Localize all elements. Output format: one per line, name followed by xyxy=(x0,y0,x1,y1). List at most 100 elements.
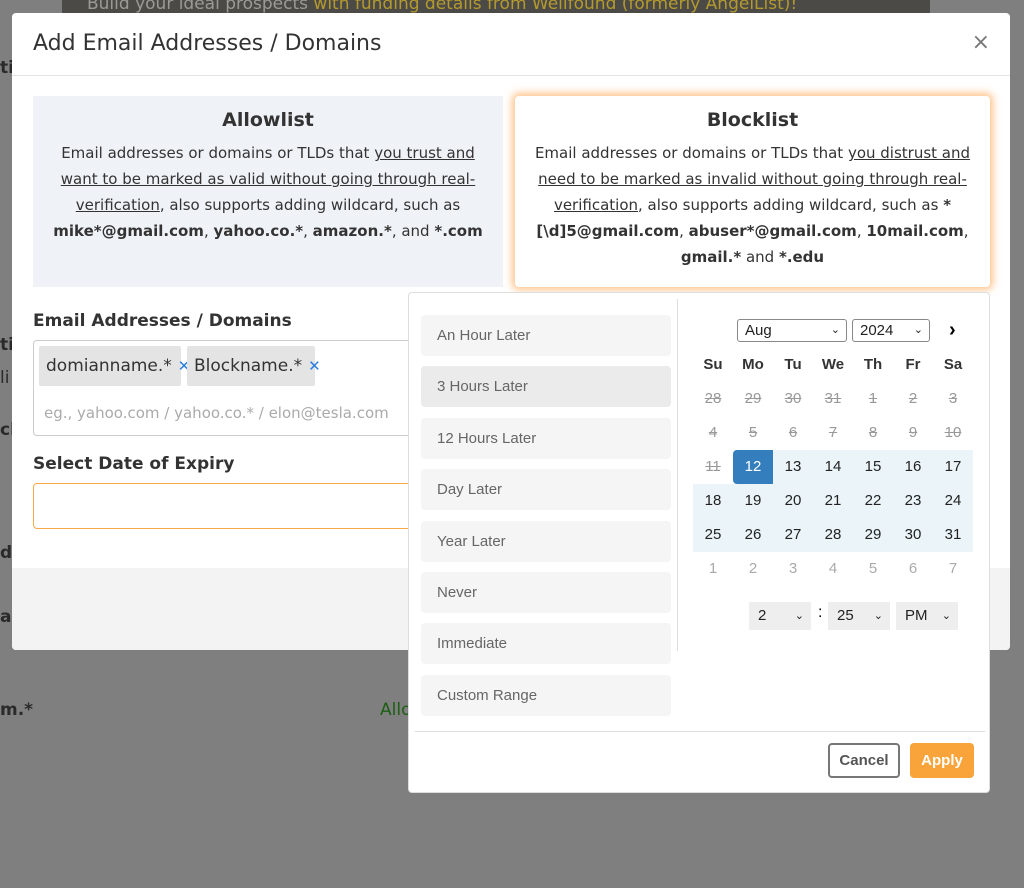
calendar-day[interactable]: 17 xyxy=(933,450,973,484)
year-value: 2024 xyxy=(860,322,894,339)
emails-input[interactable]: domianname.* ✕ Blockname.* ✕ eg., yahoo.co… xyxy=(33,340,453,436)
emails-placeholder[interactable]: eg., yahoo.com / yahoo.co.* / elon@tesla… xyxy=(44,404,389,422)
calendar-day: 1 xyxy=(868,390,878,407)
emails-label: Email Addresses / Domains xyxy=(33,311,292,331)
range-option[interactable]: Year Later xyxy=(421,520,671,562)
weekday-header: Mo xyxy=(742,356,764,373)
calendar-day[interactable]: 4 xyxy=(813,552,853,586)
calendar-day: 6 xyxy=(788,424,798,441)
calendar-day[interactable]: 3 xyxy=(773,552,813,586)
cancel-button[interactable]: Cancel xyxy=(828,743,900,778)
desc: , also supports adding wildcard, such as xyxy=(159,196,461,214)
allowlist-title: Allowlist xyxy=(222,109,314,131)
tag-label: Blockname.* xyxy=(194,356,303,376)
calendar-day[interactable]: 25 xyxy=(693,518,733,552)
next-month-icon[interactable]: › xyxy=(949,319,956,342)
banner-link[interactable]: with funding details from Wellfound (for… xyxy=(313,0,797,14)
calendar-day: 2 xyxy=(908,390,918,407)
example: yahoo.co.* xyxy=(213,222,304,240)
weekday-header: Th xyxy=(863,356,883,373)
calendar-day[interactable]: 14 xyxy=(813,450,853,484)
weekday-header: Tu xyxy=(784,356,802,373)
range-option[interactable]: Never xyxy=(421,572,671,613)
calendar-day: 30 xyxy=(784,390,802,407)
weekday-header: We xyxy=(821,356,845,373)
calendar-day: 4 xyxy=(708,424,718,441)
close-icon[interactable]: × xyxy=(972,30,990,55)
desc: , also supports adding wildcard, such as xyxy=(638,196,944,214)
banner-text: Build your ideal prospects xyxy=(87,0,314,14)
calendar-day[interactable]: 19 xyxy=(733,484,773,518)
chevron-down-icon: ⌄ xyxy=(873,610,883,622)
calendar-day: 5 xyxy=(748,424,758,441)
expiry-date-input[interactable] xyxy=(33,483,453,529)
calendar-day[interactable]: 29 xyxy=(853,518,893,552)
calendar-day[interactable]: 15 xyxy=(853,450,893,484)
calendar-day: 29 xyxy=(744,390,762,407)
calendar-day[interactable]: 31 xyxy=(933,518,973,552)
bg-fragment: li xyxy=(0,368,10,388)
chevron-down-icon: ⌄ xyxy=(794,610,804,622)
calendar-day[interactable]: 28 xyxy=(813,518,853,552)
calendar-day[interactable]: 18 xyxy=(693,484,733,518)
example: amazon.* xyxy=(312,222,392,240)
range-option[interactable]: Immediate xyxy=(421,623,671,665)
calendar-day[interactable]: 12 xyxy=(733,450,773,484)
range-option[interactable]: Custom Range xyxy=(421,674,671,716)
example: mike*@gmail.com xyxy=(53,222,204,240)
date-range-picker: An Hour Later 3 Hours Later 12 Hours Later… xyxy=(408,292,990,793)
divider xyxy=(677,299,678,651)
bg-fragment: m.* xyxy=(0,700,34,720)
year-select[interactable]: 2024 ⌄ xyxy=(852,319,930,342)
calendar-day[interactable]: 21 xyxy=(813,484,853,518)
calendar-day[interactable]: 7 xyxy=(933,552,973,586)
calendar-day: 31 xyxy=(824,390,842,407)
weekday-header: Sa xyxy=(943,356,963,373)
ampm-select[interactable]: PM ⌄ xyxy=(896,602,958,630)
ampm-value: PM xyxy=(905,607,928,624)
hour-select[interactable]: 2 ⌄ xyxy=(749,602,811,630)
calendar-day[interactable]: 23 xyxy=(893,484,933,518)
calendar-day: 28 xyxy=(704,390,722,407)
range-option[interactable]: Day Later xyxy=(421,469,671,511)
calendar-day: 7 xyxy=(828,424,838,441)
allowlist-option[interactable]: Allowlist Email addresses or domains or … xyxy=(33,96,503,287)
range-option[interactable]: 12 Hours Later xyxy=(421,417,671,459)
calendar-day[interactable]: 22 xyxy=(853,484,893,518)
calendar-day[interactable]: 30 xyxy=(893,518,933,552)
range-option[interactable]: 3 Hours Later xyxy=(421,366,671,408)
example: 10mail.com xyxy=(866,222,964,240)
calendar-day[interactable]: 2 xyxy=(733,552,773,586)
blocklist-option[interactable]: Blocklist Email addresses or domains or … xyxy=(515,96,990,287)
calendar-day[interactable]: 16 xyxy=(893,450,933,484)
time-separator: : xyxy=(818,604,823,621)
calendar-day[interactable]: 1 xyxy=(693,552,733,586)
calendar-day[interactable]: 26 xyxy=(733,518,773,552)
remove-tag-icon[interactable]: ✕ xyxy=(308,357,321,375)
tag-item: domianname.* ✕ xyxy=(39,346,190,386)
modal-title: Add Email Addresses / Domains xyxy=(33,31,382,56)
calendar-day[interactable]: 6 xyxy=(893,552,933,586)
desc: Email addresses or domains or TLDs that xyxy=(534,144,848,162)
desc: Email addresses or domains or TLDs that xyxy=(61,144,375,162)
bg-fragment: Allo xyxy=(380,700,412,720)
calendar-day: 9 xyxy=(908,424,918,441)
month-select[interactable]: Aug ⌄ xyxy=(737,319,847,342)
example: abuser*@gmail.com xyxy=(688,222,857,240)
calendar-day[interactable]: 24 xyxy=(933,484,973,518)
calendar-day[interactable]: 20 xyxy=(773,484,813,518)
range-option[interactable]: An Hour Later xyxy=(421,315,671,356)
minute-value: 25 xyxy=(837,607,854,624)
calendar-day: 10 xyxy=(944,424,962,441)
calendar-day[interactable]: 27 xyxy=(773,518,813,552)
chevron-down-icon: ⌄ xyxy=(941,610,951,622)
calendar-day[interactable]: 13 xyxy=(773,450,813,484)
month-value: Aug xyxy=(745,322,772,339)
example: *.edu xyxy=(778,248,825,266)
calendar-day[interactable]: 5 xyxy=(853,552,893,586)
minute-select[interactable]: 25 ⌄ xyxy=(828,602,890,630)
apply-button[interactable]: Apply xyxy=(910,743,974,778)
calendar-day: 11 xyxy=(705,458,721,475)
example: gmail.* xyxy=(680,248,742,266)
bg-fragment: d xyxy=(0,543,13,563)
